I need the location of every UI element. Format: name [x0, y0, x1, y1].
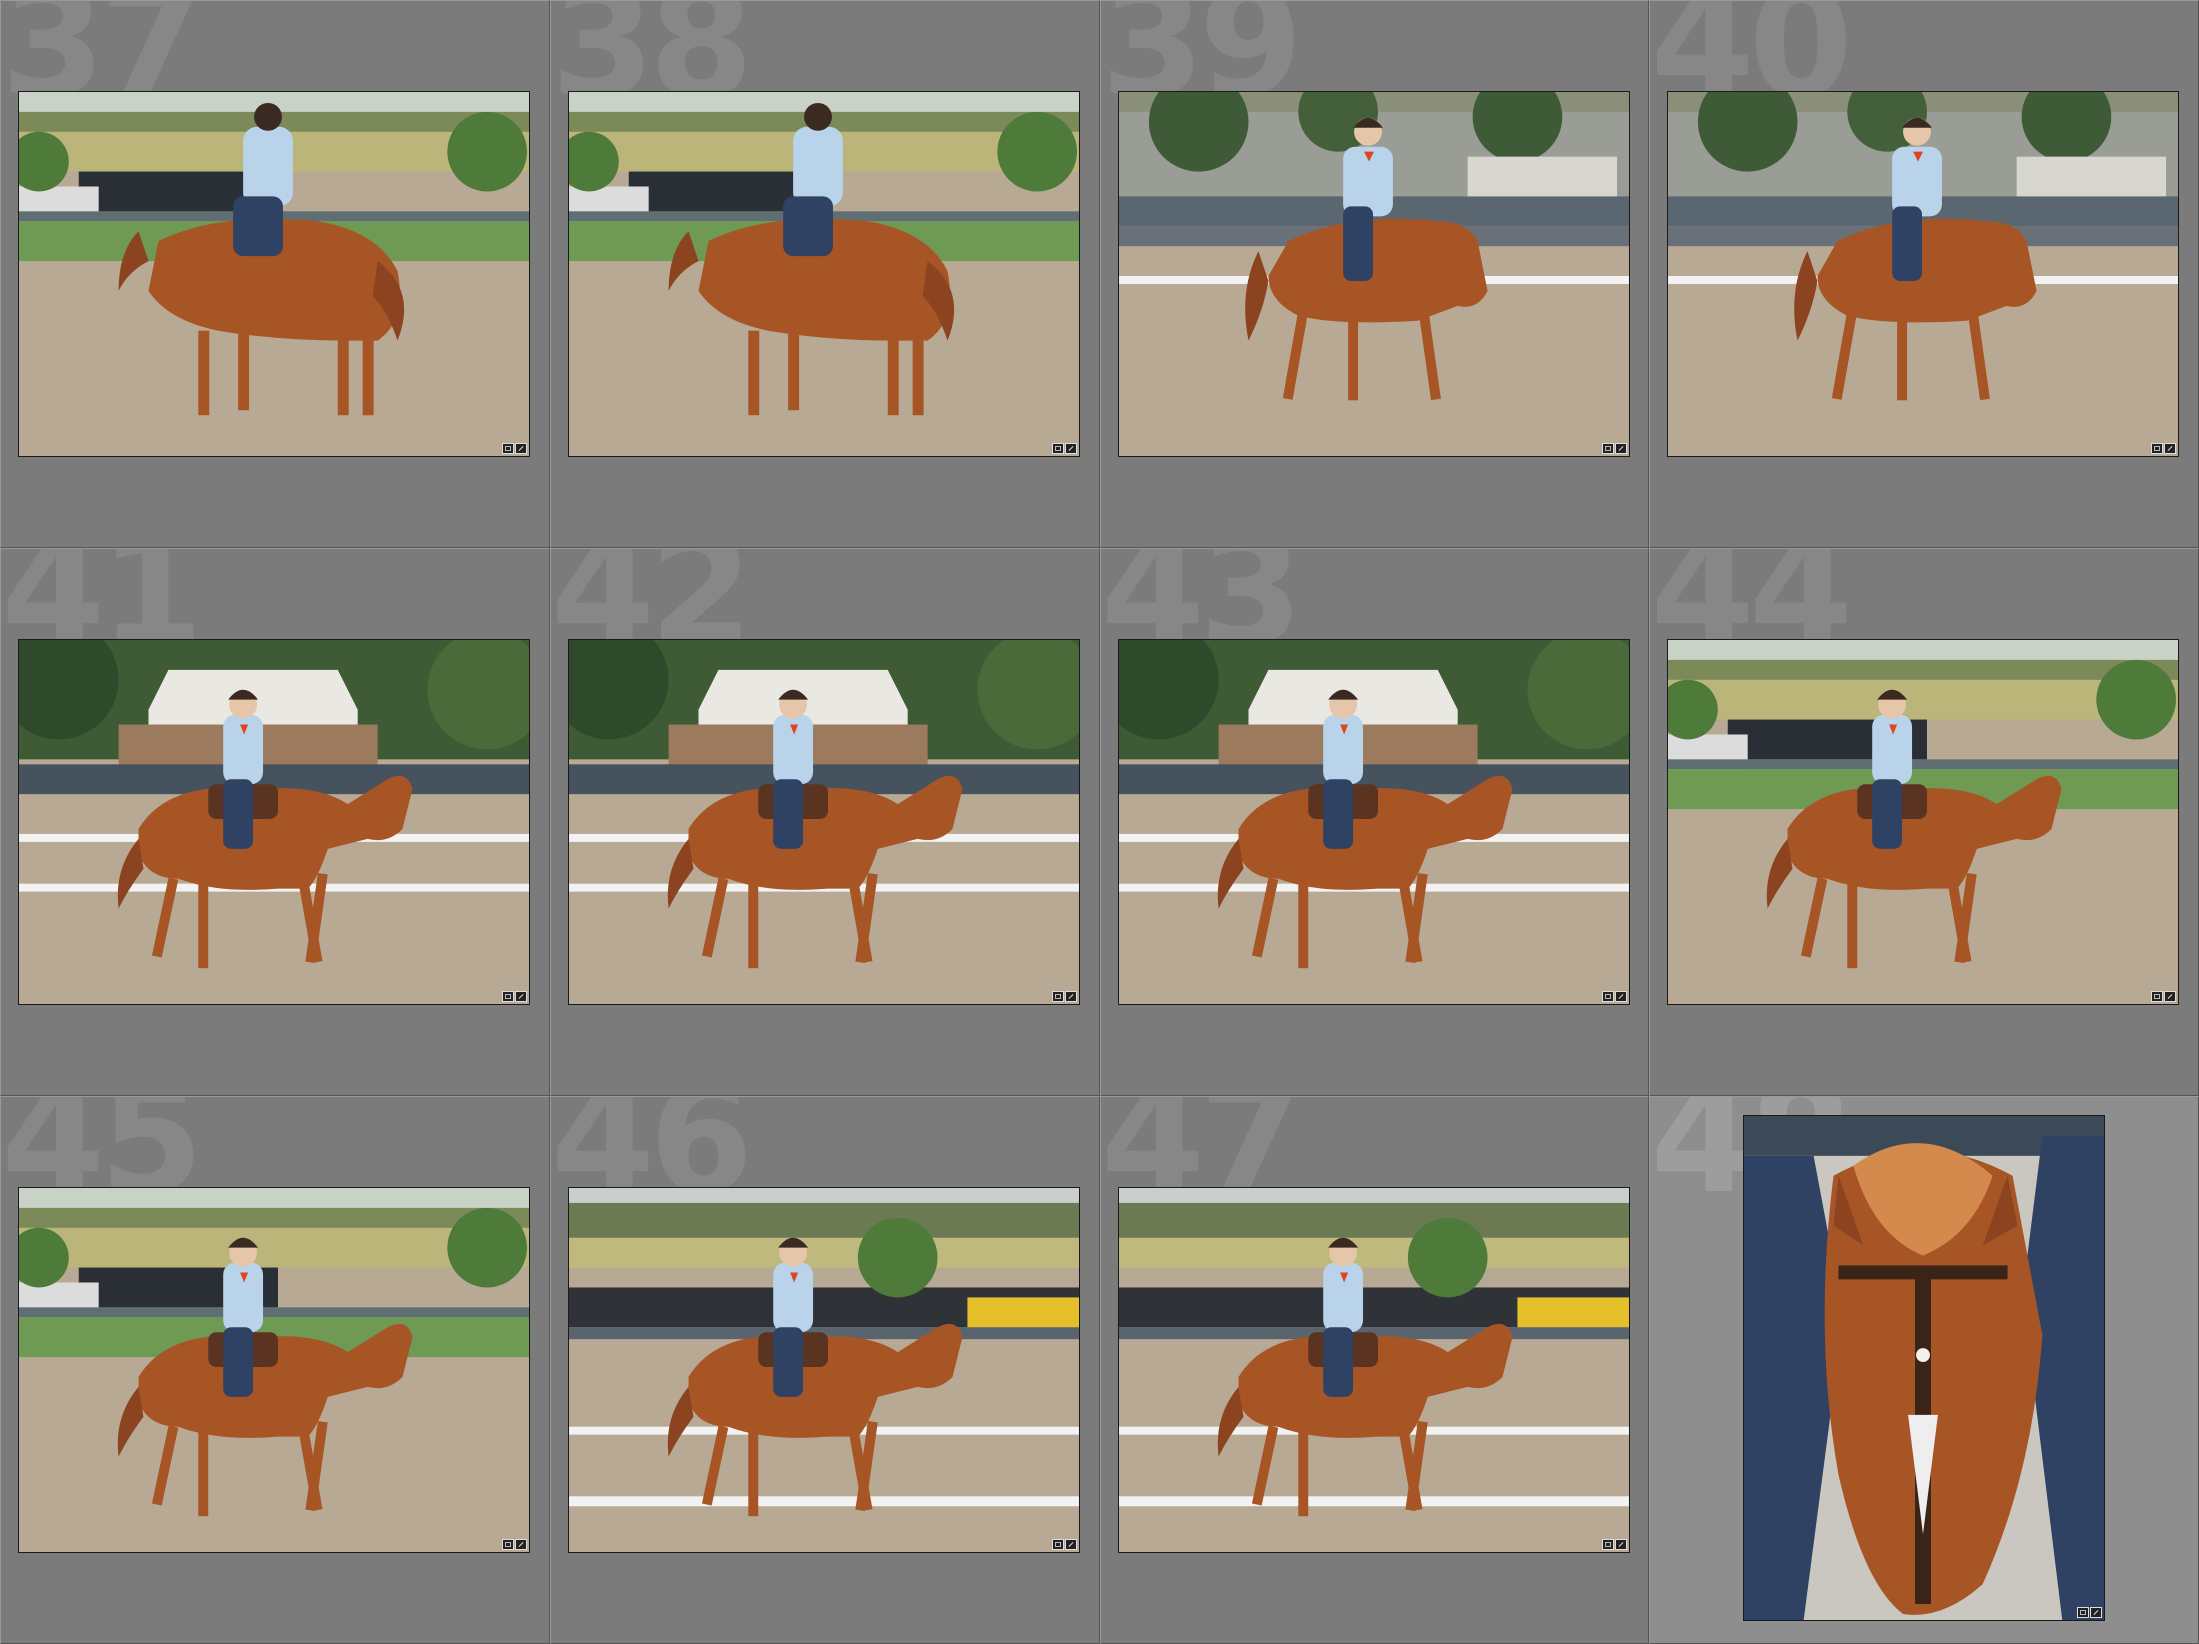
thumbnail-badges: [1601, 1539, 1627, 1550]
crop-badge-icon[interactable]: [502, 443, 514, 454]
edit-badge-icon[interactable]: [515, 443, 527, 454]
photo-thumbnail[interactable]: [1667, 91, 2180, 457]
photo-thumbnail[interactable]: [1743, 1115, 2106, 1621]
grid-cell-37[interactable]: 37: [0, 0, 550, 548]
edit-badge-icon[interactable]: [1064, 1539, 1077, 1550]
edit-badge-icon[interactable]: [1064, 443, 1077, 454]
photo-thumbnail[interactable]: [18, 1187, 530, 1553]
crop-badge-icon[interactable]: [2151, 443, 2164, 454]
crop-badge-icon[interactable]: [2151, 991, 2164, 1002]
grid-cell-48[interactable]: 48: [1649, 1096, 2199, 1644]
grid-cell-40[interactable]: 40: [1649, 0, 2199, 548]
crop-badge-icon[interactable]: [1051, 991, 1064, 1002]
photo-thumbnail[interactable]: [18, 639, 530, 1005]
thumbnail-badges: [1051, 991, 1077, 1002]
edit-badge-icon[interactable]: [1064, 991, 1077, 1002]
grid-cell-46[interactable]: 46: [549, 1096, 1100, 1644]
photo-thumbnail[interactable]: [1117, 1187, 1630, 1553]
crop-badge-icon[interactable]: [2077, 1607, 2090, 1618]
crop-badge-icon[interactable]: [502, 1539, 514, 1550]
crop-badge-icon[interactable]: [1601, 991, 1614, 1002]
photo-thumbnail[interactable]: [567, 91, 1080, 457]
thumbnail-badges: [2077, 1607, 2103, 1618]
grid-cell-45[interactable]: 45: [0, 1096, 550, 1644]
crop-badge-icon[interactable]: [502, 991, 514, 1002]
photo-thumbnail[interactable]: [567, 1187, 1080, 1553]
thumbnail-badges: [502, 443, 527, 454]
thumbnail-badges: [1601, 991, 1627, 1002]
edit-badge-icon[interactable]: [1614, 991, 1627, 1002]
thumbnail-badges: [1051, 1539, 1077, 1550]
photo-thumbnail[interactable]: [567, 639, 1080, 1005]
edit-badge-icon[interactable]: [2090, 1607, 2103, 1618]
grid-cell-42[interactable]: 42: [549, 548, 1100, 1096]
grid-cell-38[interactable]: 38: [549, 0, 1100, 548]
edit-badge-icon[interactable]: [1614, 443, 1627, 454]
thumbnail-badges: [502, 991, 527, 1002]
photo-thumbnail[interactable]: [1667, 639, 2180, 1005]
thumbnail-badges: [2151, 991, 2177, 1002]
edit-badge-icon[interactable]: [1614, 1539, 1627, 1550]
library-grid: 37 38 39 40 41 42 43 44 45 46 47: [0, 0, 2199, 1644]
thumbnail-badges: [2151, 443, 2177, 454]
crop-badge-icon[interactable]: [1601, 1539, 1614, 1550]
thumbnail-badges: [1601, 443, 1627, 454]
grid-cell-39[interactable]: 39: [1099, 0, 1650, 548]
crop-badge-icon[interactable]: [1051, 443, 1064, 454]
grid-cell-47[interactable]: 47: [1099, 1096, 1650, 1644]
edit-badge-icon[interactable]: [2164, 443, 2177, 454]
photo-thumbnail[interactable]: [18, 91, 530, 457]
crop-badge-icon[interactable]: [1051, 1539, 1064, 1550]
edit-badge-icon[interactable]: [515, 1539, 527, 1550]
edit-badge-icon[interactable]: [515, 991, 527, 1002]
thumbnail-badges: [502, 1539, 527, 1550]
grid-cell-44[interactable]: 44: [1649, 548, 2199, 1096]
photo-thumbnail[interactable]: [1117, 639, 1630, 1005]
grid-cell-43[interactable]: 43: [1099, 548, 1650, 1096]
grid-cell-41[interactable]: 41: [0, 548, 550, 1096]
thumbnail-badges: [1051, 443, 1077, 454]
crop-badge-icon[interactable]: [1601, 443, 1614, 454]
edit-badge-icon[interactable]: [2164, 991, 2177, 1002]
photo-thumbnail[interactable]: [1117, 91, 1630, 457]
